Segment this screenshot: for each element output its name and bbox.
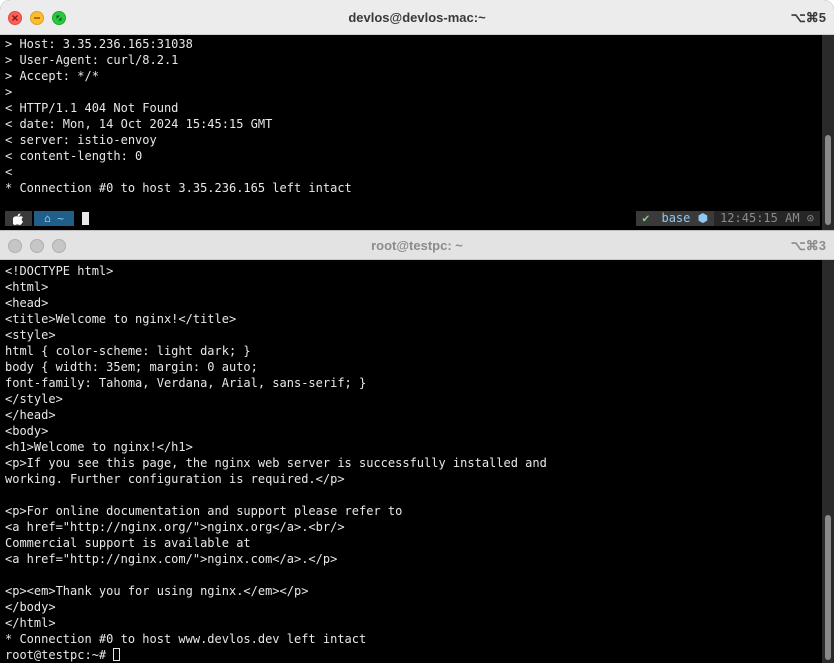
output-line: < content-length: 0 (5, 149, 143, 163)
shell-prompt[interactable]: ⌂ ~ ✔ base ⬢ 12:45:15 AM ⊙ (5, 210, 820, 227)
output-line: html { color-scheme: light dark; } (5, 344, 251, 358)
output-line: < date: Mon, 14 Oct 2024 15:45:15 GMT (5, 117, 273, 131)
window-title: devlos@devlos-mac:~ (348, 10, 486, 25)
output-line: <p>If you see this page, the nginx web s… (5, 456, 547, 470)
output-line: </body> (5, 600, 56, 614)
title-bar[interactable]: devlos@devlos-mac:~ ⌥⌘5 (0, 0, 834, 35)
output-line: </head> (5, 408, 56, 422)
shell-prompt: root@testpc:~# (5, 648, 114, 662)
output-line: <body> (5, 424, 49, 438)
output-line: font-family: Tahoma, Verdana, Arial, san… (5, 376, 367, 390)
output-line: > Host: 3.35.236.165:31038 (5, 37, 193, 51)
output-line: < (5, 165, 13, 179)
output-line: <head> (5, 296, 49, 310)
output-line: <h1>Welcome to nginx!</h1> (5, 440, 193, 454)
output-line: </style> (5, 392, 63, 406)
apple-icon (5, 211, 32, 226)
home-directory-segment: ⌂ ~ (34, 211, 74, 226)
output-line: * Connection #0 to host 3.35.236.165 lef… (5, 181, 352, 195)
output-line: Commercial support is available at (5, 536, 251, 550)
window-shortcut: ⌥⌘3 (790, 238, 826, 253)
window-shortcut: ⌥⌘5 (790, 10, 826, 25)
output-line: </html> (5, 616, 56, 630)
scrollbar[interactable] (822, 35, 834, 230)
output-line: <style> (5, 328, 56, 342)
terminal-window-devlos[interactable]: devlos@devlos-mac:~ ⌥⌘5 > Host: 3.35.236… (0, 0, 834, 230)
output-line: < HTTP/1.1 404 Not Found (5, 101, 179, 115)
text-cursor (113, 648, 121, 661)
output-line: body { width: 35em; margin: 0 auto; (5, 360, 258, 374)
terminal-output[interactable]: > Host: 3.35.236.165:31038 > User-Agent: … (5, 36, 820, 196)
output-line: ​ (5, 487, 820, 503)
scrollbar-thumb[interactable] (825, 135, 831, 225)
output-line: ​ (5, 567, 820, 583)
output-line: <p>For online documentation and support … (5, 504, 403, 518)
title-bar[interactable]: root@testpc: ~ ⌥⌘3 (0, 231, 834, 260)
text-cursor (82, 212, 89, 225)
output-line: > (5, 85, 13, 99)
output-line: <title>Welcome to nginx!</title> (5, 312, 237, 326)
terminal-output[interactable]: <!DOCTYPE html> <html> <head> <title>Welcom… (5, 263, 820, 663)
output-line: <a href="http://nginx.com/">nginx.com</a… (5, 552, 338, 566)
output-line: * Connection #0 to host www.devlos.dev l… (5, 632, 367, 646)
clock-segment: 12:45:15 AM ⊙ (714, 211, 820, 226)
conda-env-segment: base ⬢ (655, 211, 715, 226)
status-segments: ✔ base ⬢ 12:45:15 AM ⊙ (636, 211, 820, 226)
output-line: <html> (5, 280, 49, 294)
output-line: <a href="http://nginx.org/">nginx.org</a… (5, 520, 345, 534)
output-line: < server: istio-envoy (5, 133, 157, 147)
window-title: root@testpc: ~ (371, 238, 463, 253)
prompt-line[interactable]: root@testpc:~# (5, 647, 820, 663)
output-line: > Accept: */* (5, 69, 99, 83)
output-line: <p><em>Thank you for using nginx.</em></… (5, 584, 309, 598)
terminal-window-testpc[interactable]: root@testpc: ~ ⌥⌘3 <!DOCTYPE html> <html>… (0, 230, 834, 663)
output-line: > User-Agent: curl/8.2.1 (5, 53, 179, 67)
scrollbar[interactable] (822, 260, 834, 663)
scrollbar-thumb[interactable] (825, 515, 831, 660)
output-line: working. Further configuration is requir… (5, 472, 345, 486)
output-line: <!DOCTYPE html> (5, 264, 114, 278)
status-check-icon: ✔ (636, 211, 656, 226)
